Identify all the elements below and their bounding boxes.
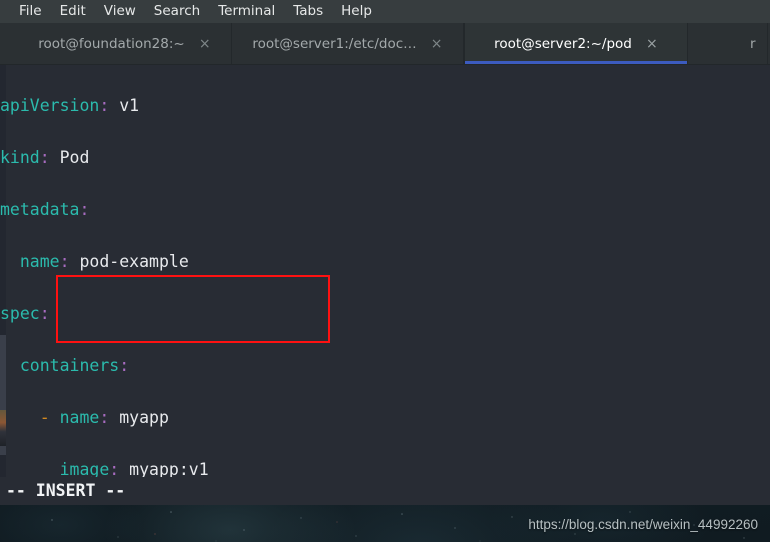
yaml-colon: : bbox=[99, 96, 110, 115]
menu-item-tabs[interactable]: Tabs bbox=[284, 0, 332, 23]
tab-label: r bbox=[750, 36, 756, 52]
yaml-key: spec bbox=[0, 304, 40, 323]
code-line: kind: Pod bbox=[0, 145, 770, 171]
tab-root-foundation28[interactable]: root@foundation28:~ × bbox=[0, 23, 232, 65]
vim-status-line: -- INSERT -- bbox=[0, 477, 770, 505]
code-line: metadata: bbox=[0, 197, 770, 223]
yaml-value: pod-example bbox=[79, 252, 189, 271]
yaml-key: apiVersion bbox=[0, 96, 100, 115]
code-line: - name: myapp bbox=[0, 405, 770, 431]
yaml-value: Pod bbox=[59, 148, 90, 167]
menu-item-view[interactable]: View bbox=[95, 0, 145, 23]
code-line: apiVersion: v1 bbox=[0, 93, 770, 119]
vim-editor-pane[interactable]: apiVersion: v1 kind: Pod metadata: name:… bbox=[0, 65, 770, 505]
watermark-url: https://blog.csdn.net/weixin_44992260 bbox=[528, 517, 758, 532]
menu-item-file[interactable]: File bbox=[10, 0, 51, 23]
yaml-colon: : bbox=[119, 356, 130, 375]
code-line: name: pod-example bbox=[0, 249, 770, 275]
tab-label: root@server2:~/pod bbox=[494, 36, 632, 52]
tab-root-server2-pod[interactable]: root@server2:~/pod × bbox=[464, 23, 688, 65]
menu-item-terminal[interactable]: Terminal bbox=[209, 0, 284, 23]
close-icon[interactable]: × bbox=[646, 37, 658, 51]
yaml-key: metadata bbox=[0, 200, 80, 219]
yaml-colon: : bbox=[39, 304, 50, 323]
menu-item-edit[interactable]: Edit bbox=[51, 0, 95, 23]
tab-overflow-partial[interactable]: r bbox=[688, 23, 768, 65]
yaml-key: kind bbox=[0, 148, 40, 167]
yaml-buffer[interactable]: apiVersion: v1 kind: Pod metadata: name:… bbox=[0, 65, 770, 505]
tab-bar: root@foundation28:~ × root@server1:/etc/… bbox=[0, 23, 770, 65]
yaml-colon: : bbox=[59, 252, 70, 271]
tab-label: root@server1:/etc/doc… bbox=[252, 36, 417, 52]
tab-root-server1-etc-doc[interactable]: root@server1:/etc/doc… × bbox=[232, 23, 464, 65]
close-icon[interactable]: × bbox=[199, 37, 211, 51]
yaml-colon: : bbox=[99, 408, 110, 427]
yaml-colon: : bbox=[79, 200, 90, 219]
yaml-key: name bbox=[59, 408, 100, 427]
code-line: containers: bbox=[0, 353, 770, 379]
yaml-key: containers bbox=[19, 356, 120, 375]
menu-item-help[interactable]: Help bbox=[332, 0, 381, 23]
yaml-key: name bbox=[19, 252, 60, 271]
yaml-value bbox=[109, 96, 119, 115]
menu-item-search[interactable]: Search bbox=[145, 0, 209, 23]
yaml-value: v1 bbox=[119, 96, 140, 115]
yaml-list-dash: - bbox=[39, 408, 50, 427]
menu-bar: File Edit View Search Terminal Tabs Help bbox=[0, 0, 770, 23]
yaml-value: myapp bbox=[119, 408, 169, 427]
terminal-window: File Edit View Search Terminal Tabs Help… bbox=[0, 0, 770, 505]
code-line: spec: bbox=[0, 301, 770, 327]
tab-label: root@foundation28:~ bbox=[38, 36, 185, 52]
close-icon[interactable]: × bbox=[431, 37, 443, 51]
yaml-colon: : bbox=[39, 148, 50, 167]
